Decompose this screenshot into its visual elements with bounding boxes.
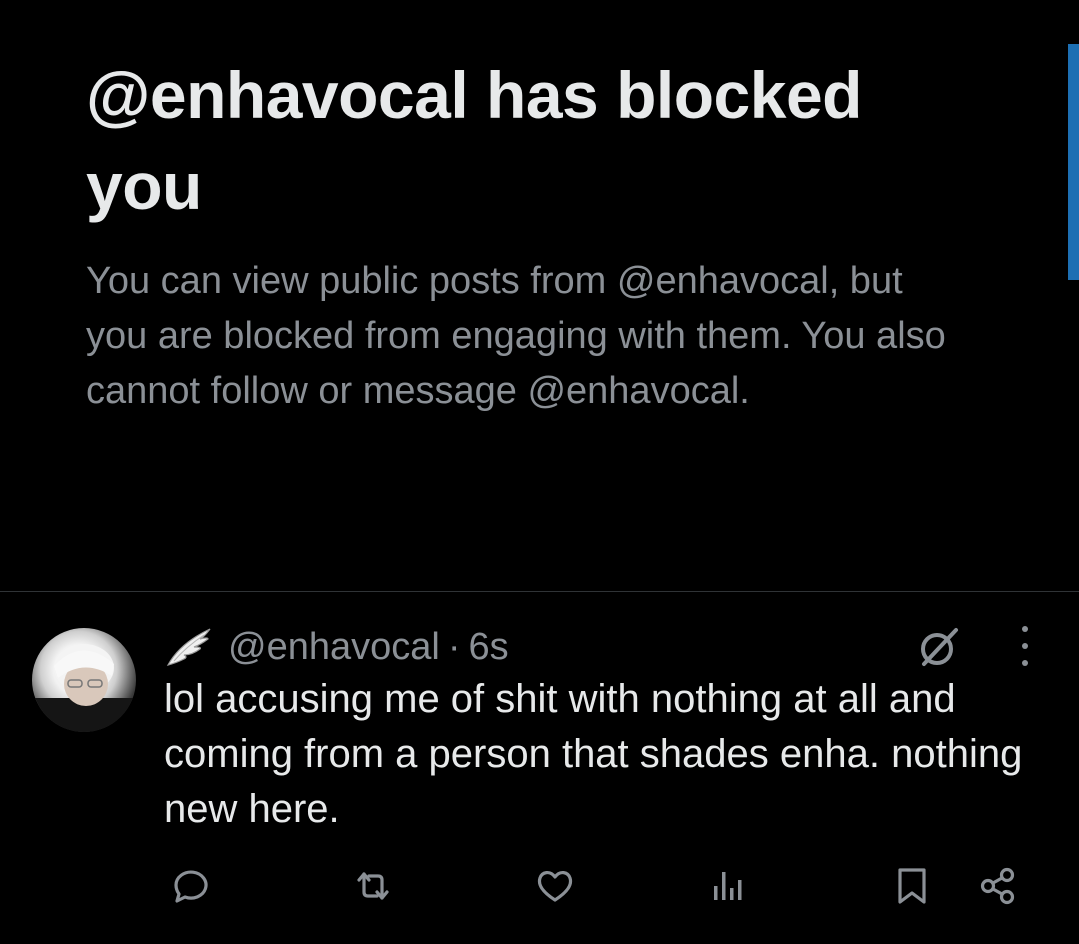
post-author-handle[interactable]: @enhavocal bbox=[228, 626, 440, 669]
blocked-title: @enhavocal has blocked you bbox=[86, 58, 862, 223]
wing-icon bbox=[164, 625, 214, 669]
grok-icon[interactable] bbox=[916, 624, 962, 670]
scrollbar[interactable] bbox=[1068, 44, 1079, 280]
blocked-description: You can view public posts from @enhavoca… bbox=[86, 260, 946, 412]
share-icon[interactable] bbox=[976, 864, 1020, 908]
post-header: @enhavocal · 6s bbox=[164, 622, 509, 672]
post[interactable]: @enhavocal · 6s lol accusing me of shit … bbox=[0, 592, 1079, 944]
bookmark-icon[interactable] bbox=[890, 864, 934, 908]
blocked-notice: @enhavocal has blocked you You can view … bbox=[86, 50, 1046, 419]
more-icon[interactable] bbox=[1012, 626, 1038, 666]
views-icon[interactable] bbox=[707, 864, 751, 908]
like-icon[interactable] bbox=[533, 864, 577, 908]
avatar[interactable] bbox=[32, 628, 136, 732]
separator-dot: · bbox=[447, 625, 461, 668]
post-text: lol accusing me of shit with nothing at … bbox=[164, 677, 1023, 831]
reply-icon[interactable] bbox=[168, 864, 212, 908]
post-actions bbox=[164, 862, 1044, 912]
repost-icon[interactable] bbox=[351, 864, 395, 908]
post-timestamp[interactable]: 6s bbox=[468, 626, 508, 669]
